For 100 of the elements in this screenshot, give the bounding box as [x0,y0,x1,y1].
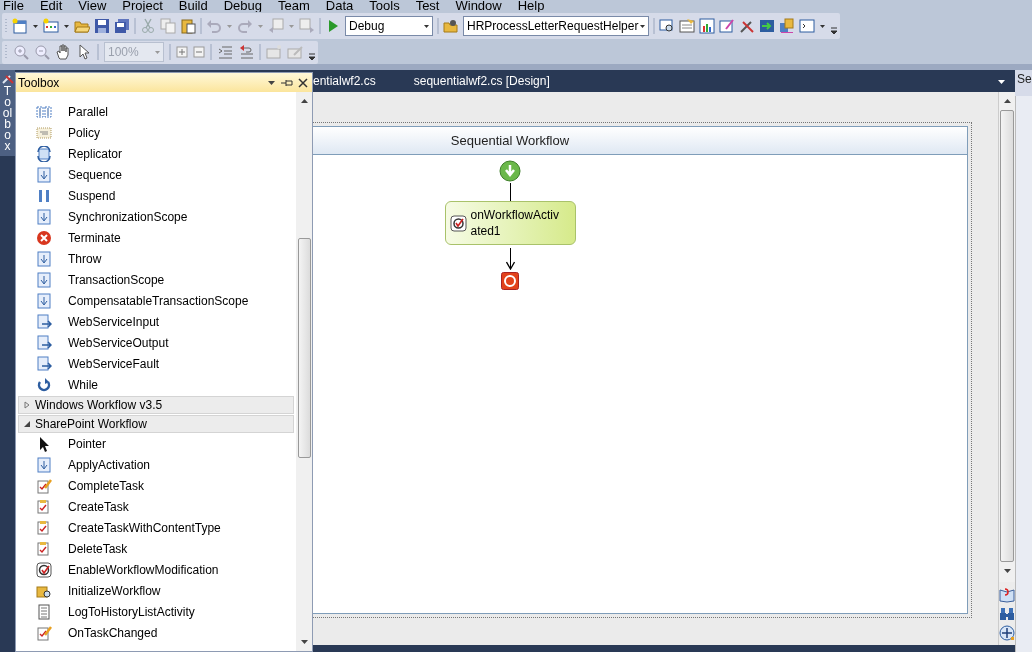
toolbox-item[interactable]: TransactionScope [18,269,294,290]
edit-window-icon[interactable] [719,18,735,34]
toolbox-item[interactable]: SynchronizationScope [18,206,294,227]
menu-item[interactable]: Window [447,0,510,12]
loop-arrow-icon [36,376,52,393]
zoom-in-icon[interactable] [13,44,29,60]
toolbox-item[interactable]: ApplyActivation [18,454,294,475]
start-icon [499,160,521,182]
menu-item[interactable]: Build [170,0,216,12]
arrow-box-icon [36,208,52,225]
stacked-windows-icon[interactable] [779,18,795,34]
configuration-dropdown[interactable]: Debug [345,16,433,36]
pin-icon[interactable] [281,77,293,88]
menu-item[interactable]: Data [317,0,362,12]
clipboard-icon [36,519,52,536]
document-icon [36,124,52,141]
save-all-icon[interactable] [114,18,130,34]
toolbox-item[interactable]: WebServiceInput [18,311,294,332]
arrow-box-icon [36,456,52,473]
pan-icon[interactable] [999,625,1015,641]
menu-item[interactable]: Team [270,0,318,12]
clipboard-icon [36,540,52,557]
menu-item[interactable]: Project [114,0,171,12]
book-icon[interactable] [999,587,1015,603]
toolbox-item[interactable]: WebServiceFault [18,353,294,374]
split-arrows-icon [36,103,52,120]
collapse-arrow-icon[interactable] [23,420,31,428]
clipboard-icon [36,498,52,515]
cycle-arrows-icon [36,145,52,162]
hand-icon[interactable] [55,44,71,60]
document-list-icon [36,603,52,620]
menu-item[interactable]: Test [407,0,448,12]
menu-item[interactable]: Debug [215,0,270,12]
expand-arrow-icon[interactable] [23,401,31,409]
menu-item[interactable]: Tools [361,0,408,12]
toolbox-item[interactable]: CompensatableTransactionScope [18,290,294,311]
import-icon[interactable] [759,18,775,34]
solution-panel-side[interactable]: Se [1015,70,1032,96]
arrow-box-icon [36,271,52,288]
toolbox-item[interactable]: LogToHistoryListActivity [18,601,294,622]
dropdown-icon[interactable] [267,78,276,87]
checklist-pencil-icon [36,477,52,494]
toolbox-category[interactable]: SharePoint Workflow [18,415,294,433]
toolbox-item[interactable]: DeleteTask [18,538,294,559]
toolbox-title-bar: Toolbox [16,73,312,92]
toolbox-side-tab[interactable]: Toolbox [0,70,15,156]
paste-icon[interactable] [180,18,196,34]
activity-node[interactable]: onWorkflowActivated1 [444,201,576,245]
document-tab[interactable]: entialwf2.cs [313,72,376,90]
menu-item[interactable]: Edit [31,0,71,12]
toolbox-item[interactable]: CreateTask [18,496,294,517]
startup-item-dropdown[interactable]: HRProcessLetterRequestHelper [463,16,649,36]
add-item-icon[interactable] [43,18,59,34]
save-icon[interactable] [94,18,110,34]
zoom-out-icon[interactable] [34,44,50,60]
arrow-box-icon [36,292,52,309]
document-tab[interactable]: sequentialwf2.cs [Design] [413,72,550,90]
pointer-icon[interactable] [76,44,92,60]
toolbox-item[interactable]: CreateTaskWithContentType [18,517,294,538]
refresh-icon [36,561,52,578]
expand-icon[interactable] [176,46,188,58]
stop-icon [501,272,519,290]
toolbox-category[interactable]: Windows Workflow v3.5 [18,396,294,414]
toolbox-item[interactable]: WebServiceOutput [18,332,294,353]
arrow-box-icon [36,250,52,267]
menu-item[interactable]: File [0,0,32,12]
close-icon[interactable] [298,77,308,88]
vertical-scrollbar[interactable] [998,92,1016,582]
toolbox-item[interactable]: Sequence [18,164,294,185]
toolbox-item[interactable]: CompleteTask [18,475,294,496]
toolbox-item[interactable]: OnTaskChanged [18,622,294,643]
arrow-box-icon [36,166,52,183]
activity-icon [449,214,467,232]
connector-line [509,183,511,201]
menu-item[interactable]: Help [509,0,553,12]
error-icon [36,229,52,246]
window-search-icon[interactable] [659,18,675,34]
find-in-files-icon[interactable] [443,18,459,34]
toolbox-scrollbar[interactable] [296,92,312,651]
scroll-thumb[interactable] [1000,110,1014,562]
chart-window-icon[interactable] [699,18,715,34]
new-project-icon[interactable] [12,18,28,34]
checklist-pencil-icon [36,624,52,641]
toolbox-item[interactable]: While [18,374,294,395]
toolbox-item[interactable]: Suspend [18,185,294,206]
tools-icon[interactable] [739,18,755,34]
command-window-icon[interactable] [799,18,815,34]
toolbox-item[interactable]: Throw [18,248,294,269]
scroll-thumb[interactable] [297,238,311,458]
toolbox-item[interactable]: Pointer [18,433,294,454]
tools-icon [1,72,14,84]
undo-lines-icon[interactable] [238,44,254,60]
pause-icon [36,187,52,204]
toolbox-item[interactable]: Terminate [18,227,294,248]
toolbox-item[interactable]: EnableWorkflowModification [18,559,294,580]
menu-item[interactable]: View [70,0,115,12]
toolbox-item[interactable]: InitializeWorkflow [18,580,294,601]
connector-arrow [505,248,515,270]
binoculars-icon[interactable] [999,606,1015,622]
toolbox-item[interactable]: Parallel [18,101,294,122]
